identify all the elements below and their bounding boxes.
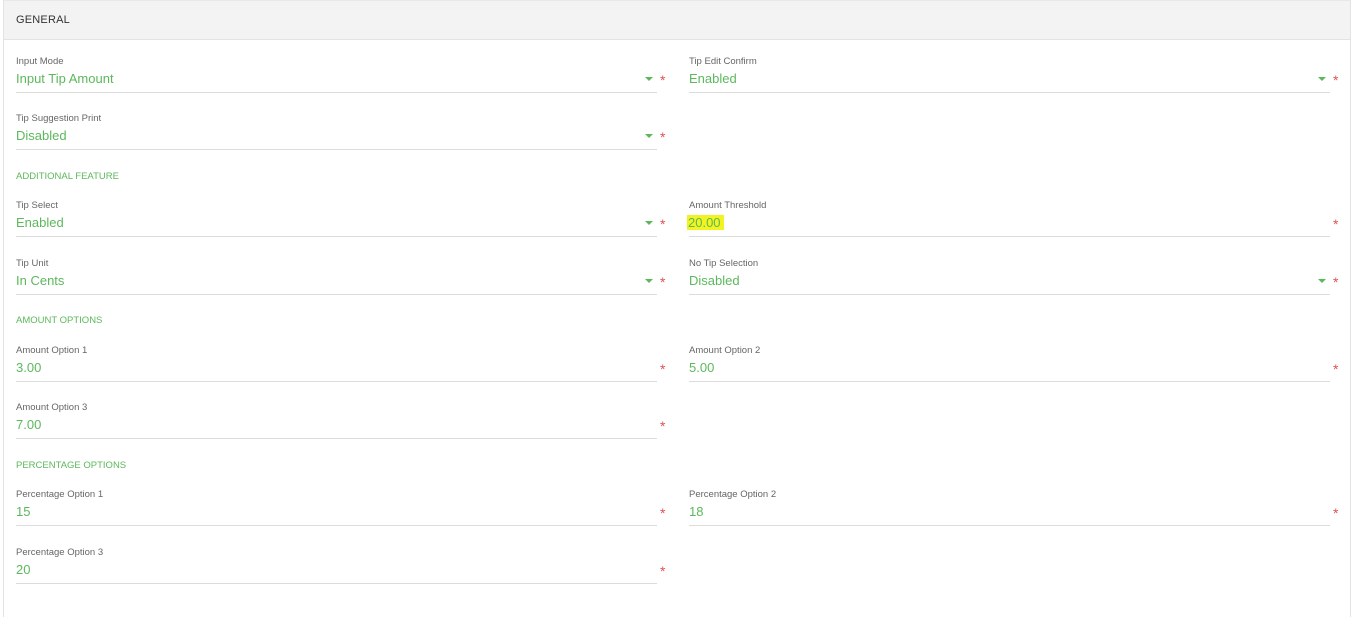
tip-edit-confirm-value[interactable]: Enabled [689, 71, 737, 86]
percentage-option-3-underline [16, 583, 657, 584]
input-mode-select[interactable]: Input Mode Input Tip Amount * [16, 56, 671, 112]
amount-threshold-underline [689, 236, 1330, 237]
amount-threshold-label: Amount Threshold [689, 200, 767, 211]
amount-option-2-label: Amount Option 2 [689, 345, 761, 356]
tip-select-value[interactable]: Enabled [16, 215, 64, 230]
tip-edit-confirm-underline [689, 92, 1330, 93]
chevron-down-icon[interactable] [645, 221, 653, 225]
required-asterisk-icon: * [660, 129, 666, 145]
amount-option-2-field[interactable]: Amount Option 2 5.00 * [689, 345, 1344, 401]
percentage-option-1-underline [16, 525, 657, 526]
amount-option-1-underline [16, 381, 657, 382]
percentage-option-1-field[interactable]: Percentage Option 1 15 * [16, 489, 671, 545]
required-asterisk-icon: * [660, 563, 666, 579]
percentage-option-3-field[interactable]: Percentage Option 3 20 * [16, 547, 671, 603]
panel-header: GENERAL [4, 0, 1350, 40]
percentage-option-2-input[interactable]: 18 [689, 504, 703, 519]
tip-select-underline [16, 236, 657, 237]
tip-edit-confirm-label: Tip Edit Confirm [689, 56, 757, 67]
percentage-option-3-label: Percentage Option 3 [16, 547, 104, 558]
chevron-down-icon[interactable] [645, 279, 653, 283]
tip-unit-underline [16, 294, 657, 295]
input-mode-label: Input Mode [16, 56, 64, 67]
no-tip-selection-value[interactable]: Disabled [689, 273, 740, 288]
required-asterisk-icon: * [660, 505, 666, 521]
amount-option-2-input[interactable]: 5.00 [689, 360, 714, 375]
tip-unit-value[interactable]: In Cents [16, 273, 64, 288]
tip-unit-label: Tip Unit [16, 258, 49, 269]
tip-suggestion-print-label: Tip Suggestion Print [16, 113, 102, 124]
chevron-down-icon[interactable] [1318, 279, 1326, 283]
section-additional-feature: ADDITIONAL FEATURE [16, 171, 119, 182]
amount-option-3-label: Amount Option 3 [16, 402, 88, 413]
required-asterisk-icon: * [660, 216, 666, 232]
input-mode-underline [16, 92, 657, 93]
required-asterisk-icon: * [660, 418, 666, 434]
amount-option-2-underline [689, 381, 1330, 382]
no-tip-selection-label: No Tip Selection [689, 258, 759, 269]
tip-select-select[interactable]: Tip Select Enabled * [16, 200, 671, 256]
section-percentage-options: PERCENTAGE OPTIONS [16, 460, 127, 471]
required-asterisk-icon: * [660, 274, 666, 290]
section-amount-options: AMOUNT OPTIONS [16, 315, 103, 326]
amount-option-1-input[interactable]: 3.00 [16, 360, 41, 375]
amount-option-3-field[interactable]: Amount Option 3 7.00 * [16, 402, 671, 458]
panel-title: GENERAL [16, 14, 70, 26]
tip-unit-select[interactable]: Tip Unit In Cents * [16, 258, 671, 314]
tip-edit-confirm-select[interactable]: Tip Edit Confirm Enabled * [689, 56, 1344, 112]
required-asterisk-icon: * [1333, 72, 1339, 88]
required-asterisk-icon: * [660, 361, 666, 377]
percentage-option-2-underline [689, 525, 1330, 526]
amount-option-1-label: Amount Option 1 [16, 345, 88, 356]
percentage-option-3-input[interactable]: 20 [16, 562, 30, 577]
percentage-option-2-field[interactable]: Percentage Option 2 18 * [689, 489, 1344, 545]
chevron-down-icon[interactable] [645, 77, 653, 81]
chevron-down-icon[interactable] [1318, 77, 1326, 81]
required-asterisk-icon: * [1333, 216, 1339, 232]
percentage-option-1-input[interactable]: 15 [16, 504, 30, 519]
required-asterisk-icon: * [1333, 274, 1339, 290]
tip-suggestion-print-value[interactable]: Disabled [16, 128, 67, 143]
required-asterisk-icon: * [1333, 505, 1339, 521]
tip-select-label: Tip Select [16, 200, 58, 211]
amount-option-3-input[interactable]: 7.00 [16, 417, 41, 432]
tip-suggestion-print-underline [16, 149, 657, 150]
no-tip-selection-select[interactable]: No Tip Selection Disabled * [689, 258, 1344, 314]
amount-threshold-input[interactable]: 20.00 [687, 215, 724, 230]
input-mode-value[interactable]: Input Tip Amount [16, 71, 114, 86]
amount-threshold-field[interactable]: Amount Threshold 20.00 * [687, 200, 1344, 256]
no-tip-selection-underline [689, 294, 1330, 295]
chevron-down-icon[interactable] [645, 134, 653, 138]
percentage-option-2-label: Percentage Option 2 [689, 489, 777, 500]
amount-option-3-underline [16, 438, 657, 439]
amount-option-1-field[interactable]: Amount Option 1 3.00 * [16, 345, 671, 401]
percentage-option-1-label: Percentage Option 1 [16, 489, 104, 500]
required-asterisk-icon: * [660, 72, 666, 88]
tip-suggestion-print-select[interactable]: Tip Suggestion Print Disabled * [16, 113, 671, 169]
required-asterisk-icon: * [1333, 361, 1339, 377]
